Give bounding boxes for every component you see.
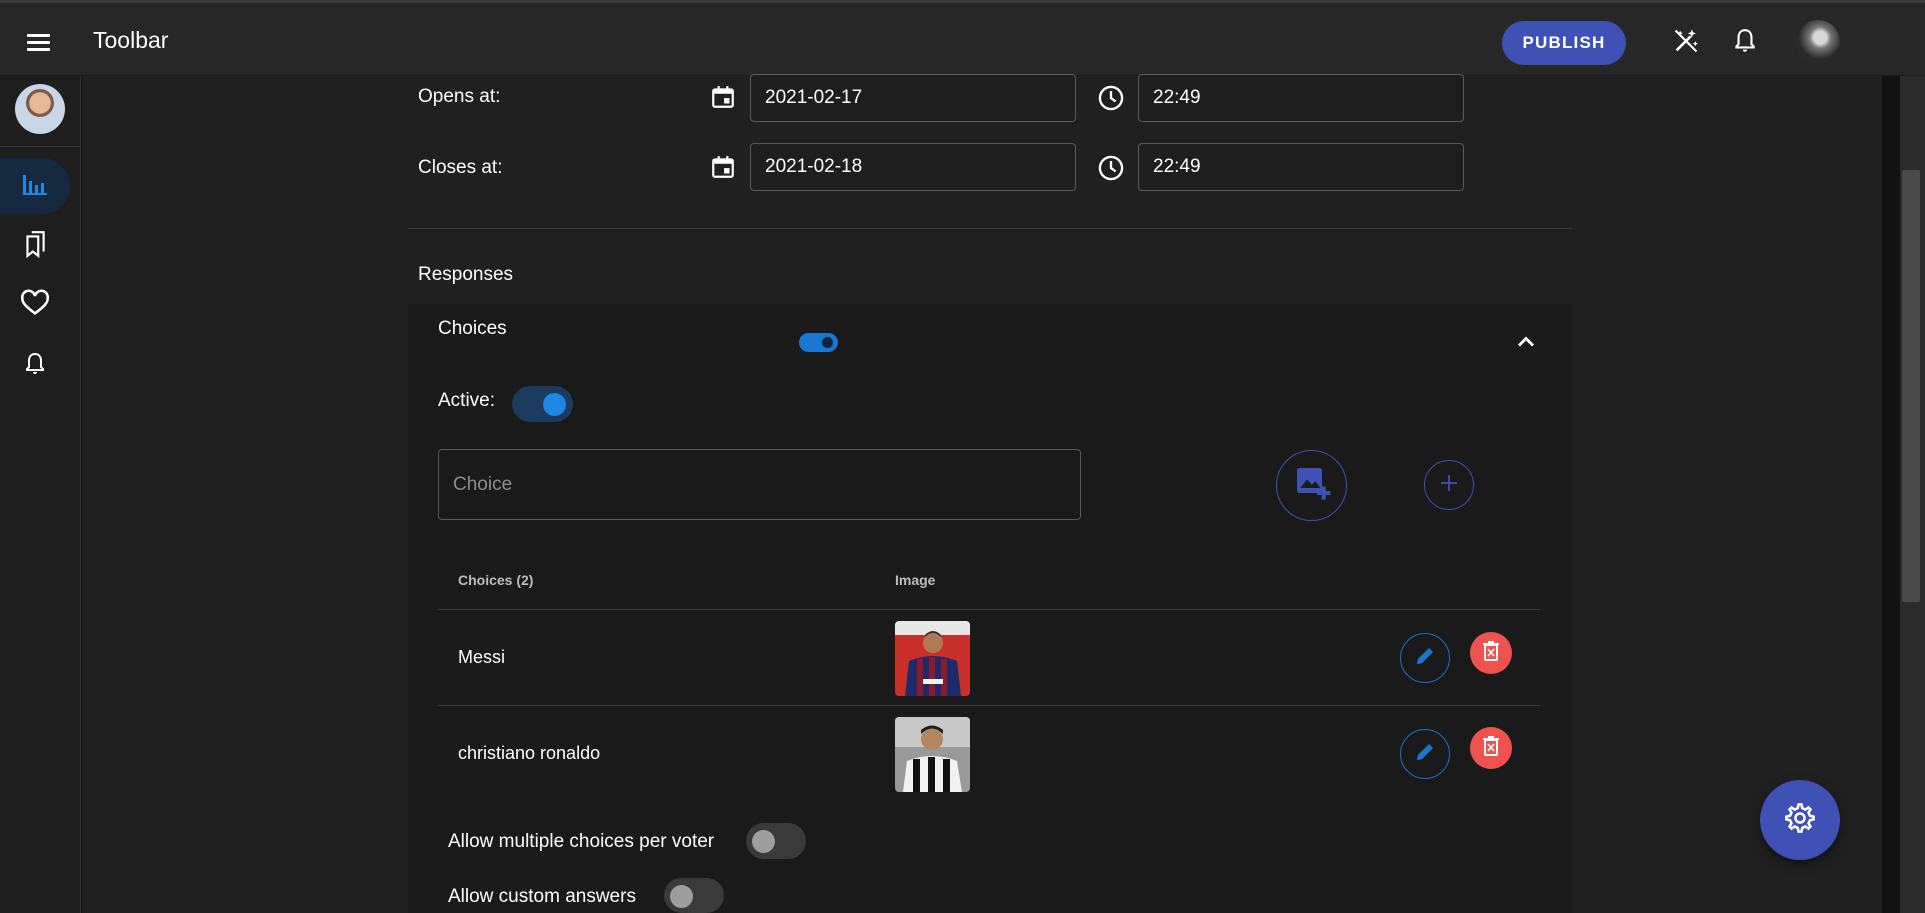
pencil-icon (1413, 644, 1437, 673)
add-choice-button[interactable] (1424, 460, 1474, 510)
pencil-icon (1413, 740, 1437, 769)
choice-name: Messi (458, 647, 506, 667)
edit-choice-button[interactable] (1400, 633, 1450, 683)
allow-multiple-label: Allow multiple choices per voter (448, 831, 715, 852)
row-divider (438, 609, 1540, 610)
edit-choice-button[interactable] (1400, 729, 1450, 779)
settings-fab[interactable] (1760, 780, 1840, 860)
rail-item-analytics[interactable] (0, 158, 70, 214)
magic-wand-icon[interactable] (1666, 21, 1706, 61)
opens-time-field[interactable]: 22:49 (1138, 74, 1464, 122)
add-image-button[interactable] (1276, 450, 1347, 521)
choice-image (895, 621, 970, 696)
active-label: Active: (438, 390, 496, 411)
choices-column-header: Choices (2) (458, 572, 534, 588)
bookmarks-icon (22, 230, 48, 263)
analytics-icon (21, 171, 49, 202)
clock-icon[interactable] (1097, 154, 1125, 187)
image-column-header: Image (895, 572, 936, 588)
opens-at-label: Opens at: (418, 86, 501, 107)
heart-icon (20, 289, 50, 322)
top-app-bar: Toolbar PUBLISH (0, 0, 1925, 76)
plus-icon (1437, 471, 1461, 500)
add-photo-icon (1292, 463, 1332, 508)
choice-image (895, 717, 970, 792)
trash-icon (1482, 640, 1500, 666)
rail-item-notifications[interactable] (0, 338, 70, 394)
rail-item-favorites[interactable] (0, 277, 70, 333)
allow-custom-toggle[interactable] (664, 878, 724, 913)
calendar-icon[interactable] (710, 84, 736, 115)
choices-section-title: Choices (438, 318, 507, 339)
scrollbar-thumb[interactable] (1902, 170, 1920, 602)
row-divider (438, 705, 1540, 706)
chevron-up-icon[interactable] (1512, 328, 1540, 361)
menu-icon[interactable] (18, 25, 58, 61)
closes-time-field[interactable]: 22:49 (1138, 143, 1464, 191)
closes-at-label: Closes at: (418, 157, 503, 178)
responses-heading: Responses (418, 264, 514, 285)
publish-button[interactable]: PUBLISH (1502, 21, 1626, 65)
allow-custom-label: Allow custom answers (448, 886, 636, 907)
bell-icon (23, 350, 47, 383)
delete-choice-button[interactable] (1470, 727, 1512, 769)
rail-divider (0, 146, 80, 147)
app-title: Toolbar (93, 27, 169, 53)
trash-icon (1482, 735, 1500, 761)
user-avatar[interactable] (1796, 20, 1840, 64)
opens-date-field[interactable]: 2021-02-17 (750, 74, 1076, 122)
choices-section-toggle[interactable] (799, 333, 838, 352)
clock-icon[interactable] (1097, 84, 1125, 117)
gear-icon (1783, 801, 1817, 840)
delete-choice-button[interactable] (1470, 632, 1512, 674)
active-toggle[interactable] (512, 386, 573, 422)
rail-item-bookmarks[interactable] (0, 218, 70, 274)
profile-avatar[interactable] (15, 84, 65, 134)
bell-icon[interactable] (1725, 21, 1765, 61)
allow-multiple-toggle[interactable] (746, 823, 806, 859)
choice-name: christiano ronaldo (458, 743, 601, 763)
choice-input[interactable]: Choice (438, 449, 1081, 520)
section-divider (408, 228, 1572, 229)
calendar-icon[interactable] (710, 154, 736, 185)
closes-date-field[interactable]: 2021-02-18 (750, 143, 1076, 191)
